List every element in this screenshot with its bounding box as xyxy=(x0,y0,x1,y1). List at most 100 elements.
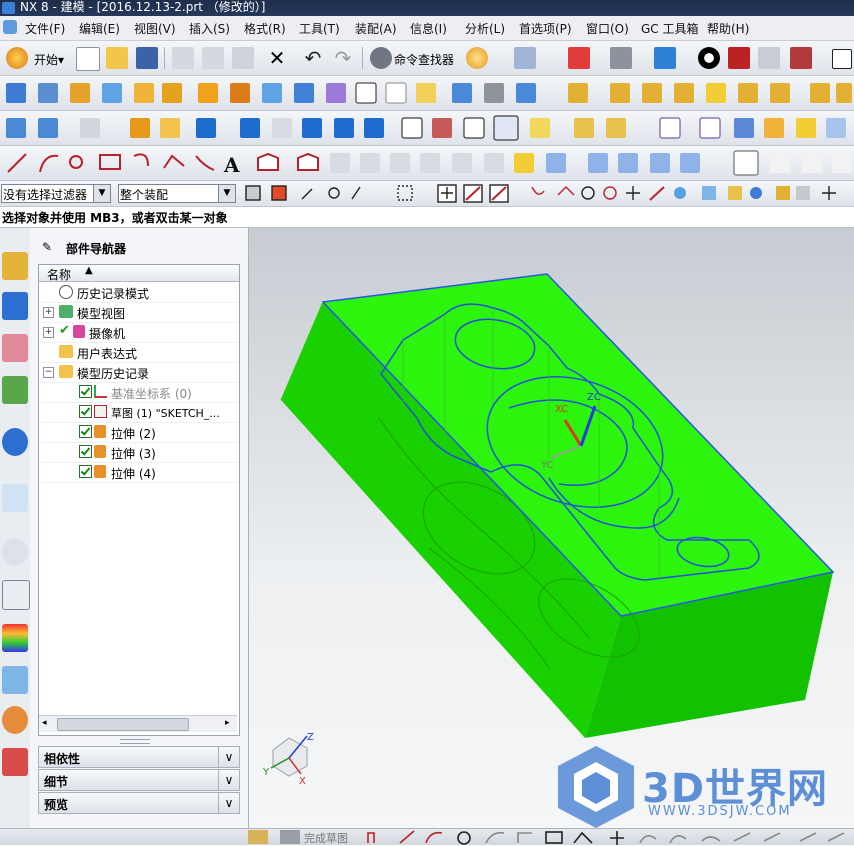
tree-item-sketch[interactable]: 草图 (1) "SKETCH_... xyxy=(39,402,239,423)
window-toggle-icon[interactable] xyxy=(832,49,852,69)
menu-info[interactable]: 信息(I) xyxy=(410,20,447,37)
clock-icon[interactable] xyxy=(2,538,28,566)
web-browser-icon[interactable] xyxy=(2,428,28,456)
xc-label: XC xyxy=(555,404,568,415)
sketch-task-icon[interactable] xyxy=(248,830,268,844)
menu-format[interactable]: 格式(R) xyxy=(244,20,286,37)
model-views-icon xyxy=(59,305,73,318)
new-file-icon[interactable] xyxy=(76,47,100,71)
paste-icon[interactable] xyxy=(232,47,254,69)
section-preview[interactable]: 预览 ∨ xyxy=(38,792,240,814)
yc-label: YC xyxy=(540,460,554,471)
visibility-checkbox[interactable] xyxy=(79,385,92,398)
visibility-checkbox[interactable] xyxy=(79,405,92,418)
visualization-icon[interactable] xyxy=(2,624,28,652)
menu-preferences[interactable]: 首选项(P) xyxy=(519,20,572,37)
menu-help[interactable]: 帮助(H) xyxy=(707,20,749,37)
menu-analysis[interactable]: 分析(L) xyxy=(465,20,505,37)
assembly-navigator-icon[interactable] xyxy=(2,252,28,280)
tree-item-extrude-4[interactable]: 拉伸 (4) xyxy=(39,462,239,483)
constraint-navigator-icon[interactable] xyxy=(2,292,28,320)
touch-mode-icon[interactable] xyxy=(466,47,488,69)
model-display-icon[interactable] xyxy=(790,47,812,69)
selection-icon[interactable] xyxy=(514,47,536,69)
layer-settings-icon[interactable] xyxy=(728,47,750,69)
visibility-checkbox[interactable] xyxy=(79,465,92,478)
selection-scope-dropdown[interactable]: 整个装配 ▼ xyxy=(118,184,236,203)
datum-csys-icon xyxy=(94,385,107,398)
process-studio-icon[interactable] xyxy=(2,580,30,610)
command-finder-button[interactable]: 命令查找器 xyxy=(394,51,454,68)
undo-icon[interactable]: ↶ xyxy=(302,47,324,69)
tree-item-datum-csys[interactable]: 基准坐标系 (0) xyxy=(39,382,239,403)
system-materials-icon[interactable] xyxy=(2,666,28,694)
menu-assembly[interactable]: 装配(A) xyxy=(355,20,397,37)
visibility-checkbox[interactable] xyxy=(79,425,92,438)
sketch-curve-toolbar-icons[interactable]: A xyxy=(0,146,854,180)
render-style-icon[interactable] xyxy=(610,47,632,69)
wcs-icon[interactable] xyxy=(758,47,780,69)
graphics-viewport[interactable]: XC ZC YC Z Y X xyxy=(249,228,854,828)
start-icon[interactable] xyxy=(6,47,28,69)
tree-item-model-views[interactable]: + 模型视图 xyxy=(39,302,239,323)
tree-item-extrude-3[interactable]: 拉伸 (3) xyxy=(39,442,239,463)
extrude-icon xyxy=(94,425,106,438)
copy-icon[interactable] xyxy=(202,47,224,69)
tree-item-extrude-2[interactable]: 拉伸 (2) xyxy=(39,422,239,443)
collapse-icon[interactable]: − xyxy=(43,367,54,378)
section-dependencies[interactable]: 相依性 ∨ xyxy=(38,746,240,768)
expand-icon[interactable]: + xyxy=(43,327,54,338)
scroll-right-icon[interactable]: ▸ xyxy=(225,718,230,728)
finish-sketch-icon[interactable] xyxy=(280,830,300,844)
view-orientation-icon[interactable] xyxy=(698,47,720,69)
expand-icon[interactable]: + xyxy=(43,307,54,318)
tree-item-label: 摄像机 xyxy=(89,327,126,341)
save-icon[interactable] xyxy=(136,47,158,69)
history-palette-icon[interactable] xyxy=(2,484,28,512)
horizontal-scrollbar[interactable]: ◂ ▸ xyxy=(39,715,237,732)
tree-item-cameras[interactable]: + ✔ 摄像机 xyxy=(39,322,239,343)
tree-item-label: 基准坐标系 (0) xyxy=(111,387,192,401)
pin-icon[interactable]: ✎ xyxy=(42,240,56,254)
reuse-library-icon[interactable] xyxy=(2,376,28,404)
scroll-left-icon[interactable]: ◂ xyxy=(42,718,47,728)
part-model[interactable]: XC ZC YC Z Y X xyxy=(249,228,854,828)
scrollbar-thumb[interactable] xyxy=(57,718,189,731)
menu-insert[interactable]: 插入(S) xyxy=(189,20,230,37)
menu-tools[interactable]: 工具(T) xyxy=(299,20,340,37)
sketch-curve-toolbar: A xyxy=(0,146,854,181)
edit-feature-toolbar-icons[interactable] xyxy=(0,111,854,145)
watermark: 3D世界网 WWW.3DSJW.COM xyxy=(556,742,854,832)
redo-icon[interactable]: ↷ xyxy=(332,47,354,69)
tree-item-history-mode[interactable]: 历史记录模式 xyxy=(39,282,239,303)
view-triad: Z Y X xyxy=(262,732,314,787)
visibility-checkbox[interactable] xyxy=(79,445,92,458)
open-folder-icon[interactable] xyxy=(106,47,128,69)
delete-icon[interactable]: ✕ xyxy=(266,47,288,69)
splitter-handle[interactable] xyxy=(120,739,150,744)
fit-view-icon[interactable] xyxy=(568,47,590,69)
tree-item-label: 模型历史记录 xyxy=(77,367,150,381)
camera-icon xyxy=(73,325,85,338)
menu-window[interactable]: 窗口(O) xyxy=(586,20,629,37)
feature-toolbar-icons[interactable] xyxy=(0,76,854,110)
cut-icon[interactable] xyxy=(172,47,194,69)
sketch-tools-icons[interactable] xyxy=(360,829,854,845)
tree-item-model-history[interactable]: − 模型历史记录 xyxy=(39,362,239,383)
start-menu-button[interactable]: 开始▾ xyxy=(34,51,64,68)
app-menu-icon[interactable] xyxy=(3,20,17,34)
part-navigator-icon[interactable] xyxy=(2,334,28,362)
menu-view[interactable]: 视图(V) xyxy=(134,20,176,37)
system-scenes-icon[interactable] xyxy=(2,748,28,776)
snap-point-icons[interactable] xyxy=(240,181,854,206)
binoculars-icon[interactable] xyxy=(370,47,392,69)
column-header-name[interactable]: 名称 ▲ xyxy=(39,265,239,282)
section-details[interactable]: 细节 ∨ xyxy=(38,769,240,791)
roles-icon[interactable] xyxy=(2,706,28,734)
shaded-view-icon[interactable] xyxy=(654,47,676,69)
type-filter-dropdown[interactable]: 没有选择过滤器 ▼ xyxy=(1,184,111,203)
tree-item-user-expressions[interactable]: 用户表达式 xyxy=(39,342,239,363)
menu-gc-toolbox[interactable]: GC 工具箱 xyxy=(641,20,699,37)
menu-file[interactable]: 文件(F) xyxy=(25,20,65,37)
menu-edit[interactable]: 编辑(E) xyxy=(79,20,120,37)
